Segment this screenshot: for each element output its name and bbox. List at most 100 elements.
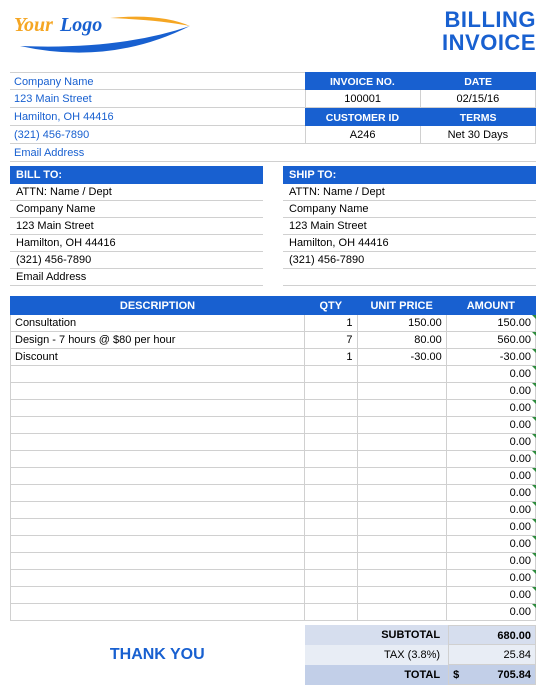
item-desc bbox=[11, 468, 305, 485]
table-row: 0.00 bbox=[11, 451, 536, 468]
bill-to-attn: ATTN: Name / Dept bbox=[10, 184, 263, 201]
table-row: 0.00 bbox=[11, 434, 536, 451]
ship-to-company: Company Name bbox=[283, 201, 536, 218]
table-row: 0.00 bbox=[11, 587, 536, 604]
item-price bbox=[357, 519, 446, 536]
item-qty bbox=[305, 434, 358, 451]
totals-block: SUBTOTAL 680.00 TAX (3.8%) 25.84 TOTAL $… bbox=[305, 625, 536, 685]
logo-text-1: Your bbox=[14, 14, 53, 37]
item-desc bbox=[11, 451, 305, 468]
line-items-table: DESCRIPTION QTY UNIT PRICE AMOUNT Consul… bbox=[10, 296, 536, 621]
tax-label: TAX (3.8%) bbox=[305, 645, 449, 665]
bill-to-company: Company Name bbox=[10, 201, 263, 218]
item-amount: -30.00 bbox=[446, 349, 535, 366]
item-price bbox=[357, 485, 446, 502]
bill-to-email: Email Address bbox=[10, 269, 263, 286]
item-qty bbox=[305, 570, 358, 587]
item-desc bbox=[11, 383, 305, 400]
item-price bbox=[357, 434, 446, 451]
table-row: Consultation1150.00150.00 bbox=[11, 315, 536, 332]
customer-id: A246 bbox=[305, 126, 421, 144]
company-citystate: Hamilton, OH 44416 bbox=[10, 108, 305, 126]
item-amount: 0.00 bbox=[446, 519, 535, 536]
tax-value: 25.84 bbox=[448, 645, 536, 665]
item-qty bbox=[305, 536, 358, 553]
item-amount: 0.00 bbox=[446, 553, 535, 570]
company-info: Company Name 123 Main Street Hamilton, O… bbox=[10, 72, 305, 162]
item-amount: 0.00 bbox=[446, 536, 535, 553]
ship-to-citystate: Hamilton, OH 44416 bbox=[283, 235, 536, 252]
ship-to-email bbox=[283, 269, 536, 286]
ship-to-hdr: SHIP TO: bbox=[283, 166, 536, 184]
logo-text-2: Logo bbox=[60, 14, 102, 37]
item-price bbox=[357, 570, 446, 587]
ship-to-phone: (321) 456-7890 bbox=[283, 252, 536, 269]
item-qty bbox=[305, 519, 358, 536]
table-row: 0.00 bbox=[11, 604, 536, 621]
item-price bbox=[357, 536, 446, 553]
total-label: TOTAL bbox=[305, 665, 449, 685]
item-price bbox=[357, 502, 446, 519]
item-amount: 0.00 bbox=[446, 604, 535, 621]
item-qty bbox=[305, 502, 358, 519]
item-qty bbox=[305, 400, 358, 417]
item-amount: 150.00 bbox=[446, 315, 535, 332]
table-row: 0.00 bbox=[11, 485, 536, 502]
total-amount: 705.84 bbox=[497, 665, 531, 684]
item-qty: 1 bbox=[305, 315, 358, 332]
invoice-date: 02/15/16 bbox=[421, 90, 536, 108]
col-description: DESCRIPTION bbox=[11, 297, 305, 315]
item-desc: Consultation bbox=[11, 315, 305, 332]
item-qty: 7 bbox=[305, 332, 358, 349]
ship-to-block: SHIP TO: ATTN: Name / Dept Company Name … bbox=[283, 166, 536, 286]
item-qty bbox=[305, 553, 358, 570]
hdr-date: DATE bbox=[420, 72, 536, 90]
item-qty bbox=[305, 604, 358, 621]
table-row: 0.00 bbox=[11, 502, 536, 519]
company-phone: (321) 456-7890 bbox=[10, 126, 305, 144]
item-desc: Discount bbox=[11, 349, 305, 366]
document-title: BILLING INVOICE bbox=[442, 8, 536, 54]
item-price bbox=[357, 604, 446, 621]
table-row: 0.00 bbox=[11, 400, 536, 417]
bill-to-block: BILL TO: ATTN: Name / Dept Company Name … bbox=[10, 166, 263, 286]
bill-to-citystate: Hamilton, OH 44416 bbox=[10, 235, 263, 252]
col-unit-price: UNIT PRICE bbox=[357, 297, 446, 315]
item-qty bbox=[305, 451, 358, 468]
item-amount: 0.00 bbox=[446, 417, 535, 434]
item-price bbox=[357, 587, 446, 604]
item-desc bbox=[11, 400, 305, 417]
col-amount: AMOUNT bbox=[446, 297, 535, 315]
item-desc bbox=[11, 417, 305, 434]
total-currency: $ bbox=[453, 665, 459, 684]
company-name: Company Name bbox=[10, 72, 305, 90]
subtotal-value: 680.00 bbox=[448, 625, 536, 645]
item-amount: 0.00 bbox=[446, 502, 535, 519]
invoice-meta: INVOICE NO. DATE 100001 02/15/16 CUSTOME… bbox=[305, 72, 536, 162]
item-qty bbox=[305, 468, 358, 485]
thank-you: THANK YOU bbox=[10, 625, 305, 685]
item-qty bbox=[305, 485, 358, 502]
terms: Net 30 Days bbox=[421, 126, 536, 144]
hdr-terms: TERMS bbox=[420, 108, 536, 126]
invoice-no: 100001 bbox=[305, 90, 421, 108]
item-desc bbox=[11, 553, 305, 570]
item-amount: 0.00 bbox=[446, 383, 535, 400]
table-row: Design - 7 hours @ $80 per hour780.00560… bbox=[11, 332, 536, 349]
item-price bbox=[357, 417, 446, 434]
item-amount: 0.00 bbox=[446, 400, 535, 417]
item-qty bbox=[305, 587, 358, 604]
bill-to-hdr: BILL TO: bbox=[10, 166, 263, 184]
item-desc bbox=[11, 485, 305, 502]
item-price bbox=[357, 553, 446, 570]
title-line-1: BILLING bbox=[442, 8, 536, 31]
item-price: -30.00 bbox=[357, 349, 446, 366]
subtotal-label: SUBTOTAL bbox=[305, 625, 449, 645]
item-price bbox=[357, 366, 446, 383]
item-qty: 1 bbox=[305, 349, 358, 366]
total-value: $ 705.84 bbox=[448, 665, 536, 685]
table-row: 0.00 bbox=[11, 519, 536, 536]
item-desc bbox=[11, 604, 305, 621]
table-row: 0.00 bbox=[11, 570, 536, 587]
item-desc bbox=[11, 502, 305, 519]
